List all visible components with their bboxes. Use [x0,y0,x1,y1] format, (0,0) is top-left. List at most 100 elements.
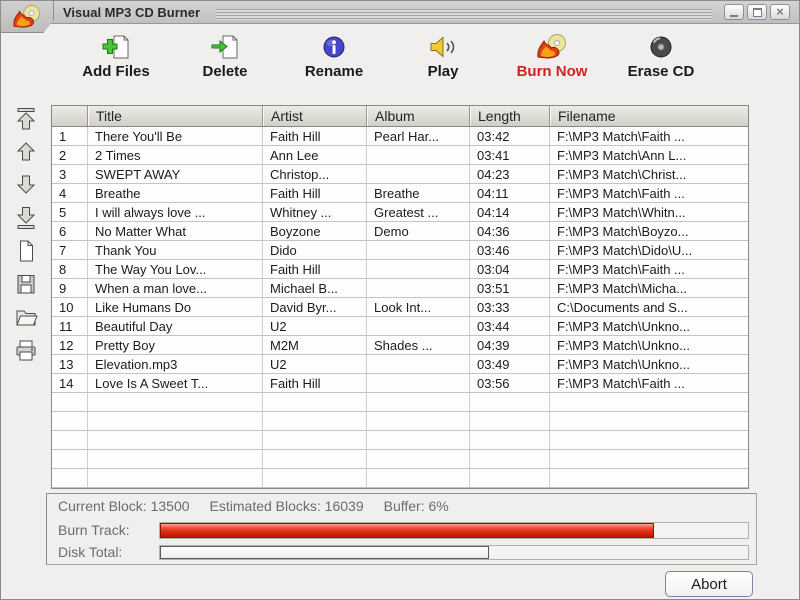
cell-filename [550,393,748,411]
cell-number: 10 [52,298,88,316]
cell-number [52,412,88,430]
move-to-bottom-button[interactable] [13,206,39,230]
table-row[interactable]: 4 Breathe Faith Hill Breathe 04:11 F:\MP3 Mat… [52,184,748,203]
cell-title [88,412,263,430]
move-up-button[interactable] [13,140,39,164]
open-folder-icon [16,310,38,326]
cell-length: 04:23 [470,165,550,183]
table-row[interactable]: 9 When a man love... Michael B... 03:51 F:\M… [52,279,748,298]
open-button[interactable] [13,305,39,329]
cell-artist: Dido [263,241,367,259]
header-number[interactable] [52,106,88,126]
cell-title: The Way You Lov... [88,260,263,278]
erase-cd-label: Erase CD [627,63,695,80]
estimated-blocks-text: Estimated Blocks: 16039 [209,498,364,514]
print-printer-icon [16,340,36,361]
table-row[interactable]: 22 Times Ann Lee 03:41 F:\MP3 Match\Ann L..… [52,146,748,165]
add-files-button[interactable]: Add Files [71,32,161,80]
cell-artist: Faith Hill [263,184,367,202]
minimize-icon [730,14,738,17]
play-button[interactable]: Play [398,32,488,80]
cell-artist: Boyzone [263,222,367,240]
cell-album [367,355,470,373]
header-length[interactable]: Length [470,106,550,126]
cell-album: Pearl Har... [367,127,470,145]
table-row[interactable]: 8 The Way You Lov... Faith Hill 03:04 F:\MP3… [52,260,748,279]
delete-label: Delete [202,63,248,80]
cell-album [367,165,470,183]
table-row[interactable]: 11 Beautiful Day U2 03:44 F:\MP3 Match\Unkno… [52,317,748,336]
empty-row[interactable] [52,450,748,469]
cell-title [88,431,263,449]
table-row[interactable]: 6 No Matter What Boyzone Demo 04:36 F:\MP3 Ma… [52,222,748,241]
cell-album: Look Int... [367,298,470,316]
cell-title: 2 Times [88,146,263,164]
abort-button[interactable]: Abort [665,571,753,597]
table-row[interactable]: 5I will always love ... Whitney ... Greate… [52,203,748,222]
new-file-button[interactable] [13,239,39,263]
cell-artist [263,469,367,487]
table-row[interactable]: 1 There You'll Be Faith Hill Pearl Har... 03… [52,127,748,146]
header-artist[interactable]: Artist [263,106,367,126]
cell-number [52,469,88,487]
table-row[interactable]: 14 Love Is A Sweet T... Faith Hill 03:56 F:\… [52,374,748,393]
save-floppy-icon [17,275,35,294]
app-logo-burning-cd-icon [13,4,40,28]
table-row[interactable]: 13 Elevation.mp3 U2 03:49 F:\MP3 Match\Unkno… [52,355,748,374]
cell-length: 03:51 [470,279,550,297]
window-controls: × [724,4,790,20]
disk-total-progressbar [159,544,749,560]
close-button[interactable]: × [770,4,790,20]
table-body: 1 There You'll Be Faith Hill Pearl Har... 03… [52,127,748,488]
cell-album: Breathe [367,184,470,202]
move-to-top-button[interactable] [13,107,39,131]
rename-info-icon [320,32,348,62]
cell-number: 9 [52,279,88,297]
title-bar[interactable]: Visual MP3 CD Burner × [1,1,799,33]
cell-title [88,469,263,487]
cell-length: 04:11 [470,184,550,202]
burn-now-label: Burn Now [516,63,588,80]
header-album[interactable]: Album [367,106,470,126]
cell-filename: F:\MP3 Match\Unkno... [557,357,690,372]
cell-album [367,146,470,164]
cell-number: 3 [52,165,88,183]
header-title[interactable]: Title [88,106,263,126]
erase-cd-disc-icon [647,32,675,62]
cell-filename: F:\MP3 Match\Unkno... [557,338,690,353]
cell-album [367,393,470,411]
empty-row[interactable] [52,412,748,431]
burn-track-row: Burn Track: [47,519,756,541]
add-files-icon [100,32,132,62]
table-row[interactable]: 3 SWEPT AWAY Christop... 04:23 F:\MP3 Match\… [52,165,748,184]
cell-artist: Faith Hill [263,260,367,278]
empty-row[interactable] [52,469,748,488]
move-to-bottom-icon [16,207,36,229]
empty-row[interactable] [52,393,748,412]
empty-row[interactable] [52,431,748,450]
delete-button[interactable]: Delete [180,32,270,80]
cell-title: When a man love... [88,279,263,297]
save-button[interactable] [13,272,39,296]
burn-now-button[interactable]: Burn Now [507,32,597,80]
cell-filename: F:\MP3 Match\Unkno... [557,319,690,334]
cell-artist: Ann Lee [263,146,367,164]
maximize-button[interactable] [747,4,767,20]
table-row[interactable]: 12 Pretty Boy M2M Shades ... 04:39 F:\MP3 Mat… [52,336,748,355]
table-row[interactable]: 10 Like Humans Do David Byr... Look Int... 0… [52,298,748,317]
cell-artist: U2 [263,355,367,373]
burn-track-progressbar [159,521,749,539]
cell-album [367,317,470,335]
print-button[interactable] [13,338,39,362]
cell-number: 1 [52,127,88,145]
cell-artist: U2 [263,317,367,335]
window-title: Visual MP3 CD Burner [63,4,201,20]
table-row[interactable]: 7 Thank You Dido 03:46 F:\MP3 Match\Dido\U..… [52,241,748,260]
header-filename[interactable]: Filename [550,106,748,126]
burn-track-label: Burn Track: [58,522,130,538]
cell-length: 03:49 [470,355,550,373]
erase-cd-button[interactable]: Erase CD [616,32,706,80]
rename-button[interactable]: Rename [289,32,379,80]
move-down-button[interactable] [13,173,39,197]
minimize-button[interactable] [724,4,744,20]
